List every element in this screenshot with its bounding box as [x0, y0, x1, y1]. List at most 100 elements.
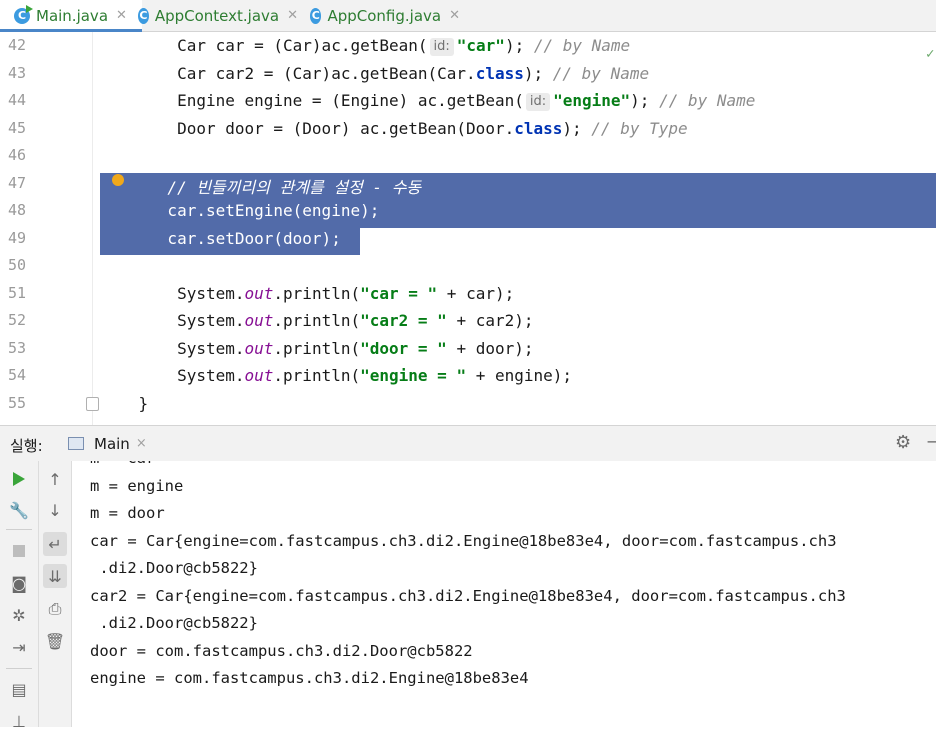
line-number: 48	[8, 201, 27, 219]
code-line[interactable]: 45 Door door = (Door) ac.getBean(Door.cl…	[0, 115, 936, 143]
code-line[interactable]: 52 System.out.println("car2 = " + car2);	[0, 307, 936, 335]
code-token: );	[630, 91, 660, 110]
console-line: engine = com.fastcampus.ch3.di2.Engine@1…	[90, 669, 529, 687]
code-line[interactable]: 43 Car car2 = (Car)ac.getBean(Car.class)…	[0, 60, 936, 88]
camera-button[interactable]: ◙	[7, 571, 31, 595]
code-token: // by Name	[552, 63, 650, 83]
run-label: 실행:	[10, 437, 43, 455]
close-icon[interactable]: ✕	[116, 8, 127, 23]
code-line[interactable]: 54 System.out.println("engine = " + engi…	[0, 362, 936, 390]
camera-icon: ◙	[11, 573, 27, 593]
run-tool-window-header: 실행: Main × ⚙ −	[0, 425, 936, 462]
code-token: );	[504, 36, 534, 55]
wrench-icon: 🔧	[9, 500, 29, 520]
tab-label: Main.java	[36, 6, 109, 25]
code-token: Engine engine = (Engine) ac.getBean(	[100, 91, 524, 110]
code-token: out	[244, 366, 274, 385]
code-line[interactable]: 47 // 빈들끼리의 관계를 설정 - 수동	[0, 170, 936, 198]
print-button[interactable]: ⎙	[43, 597, 67, 621]
gear-icon[interactable]: ⚙	[895, 432, 911, 453]
code-editor[interactable]: ✓ 42 Car car = (Car)ac.getBean(id: "car")…	[0, 32, 936, 425]
wrench-button[interactable]: 🔧	[7, 498, 31, 522]
line-number: 55	[8, 393, 27, 412]
code-text: Engine engine = (Engine) ac.getBean(id: "…	[100, 91, 755, 111]
code-text: Car car2 = (Car)ac.getBean(Car.class); /…	[100, 64, 649, 83]
printer-icon: ⎙	[48, 599, 62, 618]
code-token: + car2);	[446, 311, 534, 330]
line-number: 42	[8, 36, 27, 54]
code-line[interactable]: 48 car.setEngine(engine);	[0, 197, 936, 225]
code-token: // by Name	[659, 91, 756, 110]
code-line[interactable]: 44 Engine engine = (Engine) ac.getBean(i…	[0, 87, 936, 115]
code-line[interactable]: 55 }	[0, 390, 936, 418]
code-text: System.out.println("engine = " + engine)…	[100, 366, 572, 385]
arrow-up-icon: ↑	[48, 469, 62, 489]
line-number: 43	[8, 63, 27, 82]
code-text: Car car = (Car)ac.getBean(id: "car"); // …	[100, 36, 630, 56]
class-run-icon: C	[14, 4, 33, 24]
soft-wrap-button[interactable]: ↵	[43, 532, 67, 556]
hide-icon[interactable]: −	[926, 432, 936, 451]
layout-button[interactable]: ▤	[7, 677, 31, 701]
debug-button[interactable]: ✲	[7, 603, 31, 627]
stop-button[interactable]	[7, 539, 31, 563]
code-token: .println(	[273, 366, 361, 385]
code-token: + door);	[446, 338, 534, 358]
console-output[interactable]: m = car m = engine m = door car = Car{engin…	[72, 461, 936, 727]
code-token: "car2 = "	[360, 311, 447, 330]
code-token: out	[244, 311, 274, 330]
code-token: "engine = "	[360, 366, 467, 385]
code-line[interactable]: 53 System.out.println("door = " + door);	[0, 335, 936, 363]
code-token: Door door = (Door) ac.getBean(Door.	[100, 118, 515, 138]
code-token: System.	[100, 338, 245, 358]
console-line: car = Car{engine=com.fastcampus.ch3.di2.…	[90, 531, 837, 550]
tab-main-java[interactable]: C Main.java ✕	[0, 0, 142, 32]
code-line[interactable]: 42 Car car = (Car)ac.getBean(id: "car"); …	[0, 32, 936, 60]
line-number: 54	[8, 366, 27, 384]
class-icon: C	[138, 7, 149, 24]
code-line[interactable]: 51 System.out.println("car = " + car);	[0, 280, 936, 308]
bug-icon: ✲	[12, 605, 26, 625]
pin-button[interactable]: ⊥	[7, 709, 31, 733]
console-line: car2 = Car{engine=com.fastcampus.ch3.di2…	[90, 586, 846, 605]
trash-icon: 🗑	[44, 631, 66, 651]
code-text: Door door = (Door) ac.getBean(Door.class…	[100, 119, 688, 138]
run-toolbar: 🔧 ◙ ✲ ⇥ ▤ ⊥	[0, 461, 39, 731]
line-number: 51	[8, 283, 27, 302]
class-icon: C	[310, 7, 322, 24]
console-icon	[68, 437, 84, 450]
code-token: "car"	[456, 36, 505, 55]
code-token: // by Name	[533, 36, 631, 55]
scroll-to-end-icon: ⇊	[48, 566, 62, 586]
code-line[interactable]: 50	[0, 252, 936, 280]
console-toolbar: ↑ ↓ ↵ ⇊ ⎙ 🗑	[39, 461, 72, 727]
code-text: car.setDoor(door);	[100, 229, 340, 248]
tab-appcontext-java[interactable]: C AppContext.java ✕	[138, 0, 298, 31]
code-text: System.out.println("door = " + door);	[100, 338, 534, 358]
code-token: System.	[100, 283, 245, 303]
scroll-up-button[interactable]: ↑	[43, 467, 67, 491]
parameter-hint: id:	[525, 93, 551, 111]
rerun-button[interactable]	[7, 467, 31, 491]
code-token: .println(	[273, 338, 361, 358]
exit-icon: ⇥	[12, 637, 26, 657]
code-token: "door = "	[360, 338, 447, 358]
console-line: door = com.fastcampus.ch3.di2.Door@cb582…	[90, 641, 473, 660]
code-token: car.setEngine(engine);	[100, 201, 380, 220]
exit-button[interactable]: ⇥	[7, 635, 31, 659]
divider	[6, 529, 32, 530]
line-number: 49	[8, 228, 27, 247]
scroll-down-button[interactable]: ↓	[43, 498, 67, 522]
scroll-to-end-button[interactable]: ⇊	[43, 564, 67, 588]
close-icon[interactable]: ✕	[449, 8, 460, 23]
run-tab-main[interactable]: Main ×	[60, 426, 158, 461]
tab-appconfig-java[interactable]: C AppConfig.java ✕	[310, 0, 460, 31]
close-icon[interactable]: ✕	[287, 8, 298, 23]
code-token: out	[244, 338, 274, 358]
code-line[interactable]: 49 car.setDoor(door);	[0, 225, 936, 253]
close-icon[interactable]: ×	[136, 436, 147, 451]
divider	[6, 668, 32, 669]
code-line[interactable]: 46	[0, 142, 936, 170]
clear-button[interactable]: 🗑	[43, 629, 67, 653]
line-number: 53	[8, 338, 27, 357]
